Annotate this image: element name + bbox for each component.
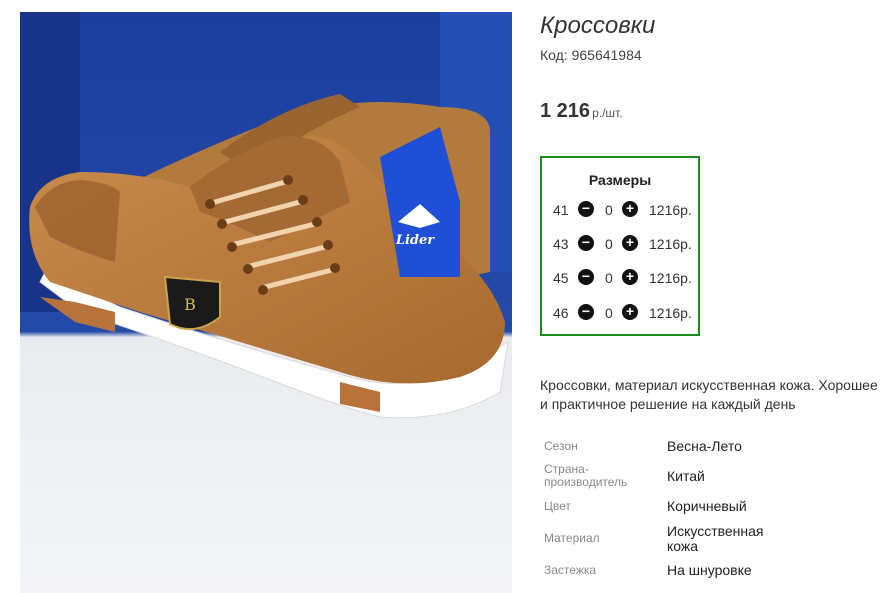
- size-value: 41: [553, 202, 569, 218]
- product-title: Кроссовки: [540, 12, 656, 39]
- spec-label: Застежка: [544, 563, 597, 577]
- product-code: Код: 965641984: [540, 47, 642, 63]
- spec-value: Китай: [667, 468, 705, 484]
- badge-letter: B: [184, 295, 196, 314]
- size-price: 1216р.: [649, 270, 692, 286]
- minus-button[interactable]: −: [578, 234, 594, 251]
- size-value: 43: [553, 236, 569, 252]
- spec-label: Цвет: [544, 499, 571, 513]
- size-price: 1216р.: [649, 305, 692, 321]
- quantity-value: 0: [605, 270, 613, 286]
- plus-button[interactable]: +: [622, 303, 638, 320]
- tag-brand-text: Lider: [395, 233, 435, 248]
- minus-icon: −: [581, 234, 591, 250]
- spec-label: Сезон: [544, 439, 578, 453]
- plus-button[interactable]: +: [622, 268, 638, 285]
- size-row: 41 − 0 + 1216р.: [542, 200, 698, 220]
- size-price: 1216р.: [649, 202, 692, 218]
- price: 1 216 р./шт.: [540, 100, 623, 123]
- plus-icon: +: [625, 200, 635, 216]
- plus-icon: +: [625, 268, 635, 284]
- size-price: 1216р.: [649, 236, 692, 252]
- sizes-panel: Размеры 41 − 0 + 1216р. 43 − 0 + 1216р. …: [540, 156, 700, 336]
- minus-button[interactable]: −: [578, 303, 594, 320]
- size-value: 45: [553, 270, 569, 286]
- plus-icon: +: [625, 234, 635, 250]
- size-value: 46: [553, 305, 569, 321]
- quantity-value: 0: [605, 236, 613, 252]
- quantity-value: 0: [605, 202, 613, 218]
- minus-icon: −: [581, 303, 591, 319]
- minus-button[interactable]: −: [578, 268, 594, 285]
- spec-label: Материал: [544, 531, 600, 545]
- quantity-value: 0: [605, 305, 613, 321]
- plus-button[interactable]: +: [622, 200, 638, 217]
- product-photo[interactable]: B Lider: [20, 12, 512, 593]
- product-description: Кроссовки, материал искусственная кожа. …: [540, 377, 878, 412]
- minus-icon: −: [581, 268, 591, 284]
- plus-button[interactable]: +: [622, 234, 638, 251]
- spec-value: На шнуровке: [667, 562, 752, 578]
- spec-value: Коричневый: [667, 498, 747, 514]
- size-row: 43 − 0 + 1216р.: [542, 234, 698, 254]
- spec-value: Весна-Лето: [667, 438, 742, 454]
- minus-icon: −: [581, 200, 591, 216]
- spec-label: Страна-производитель: [544, 462, 628, 489]
- price-amount: 1 216: [540, 100, 591, 122]
- sizes-title: Размеры: [588, 172, 652, 188]
- size-row: 46 − 0 + 1216р.: [542, 303, 698, 323]
- spec-value: Искусственная кожа: [667, 523, 764, 554]
- size-row: 45 − 0 + 1216р.: [542, 268, 698, 288]
- price-unit: р./шт.: [592, 106, 623, 120]
- minus-button[interactable]: −: [578, 200, 594, 217]
- plus-icon: +: [625, 303, 635, 319]
